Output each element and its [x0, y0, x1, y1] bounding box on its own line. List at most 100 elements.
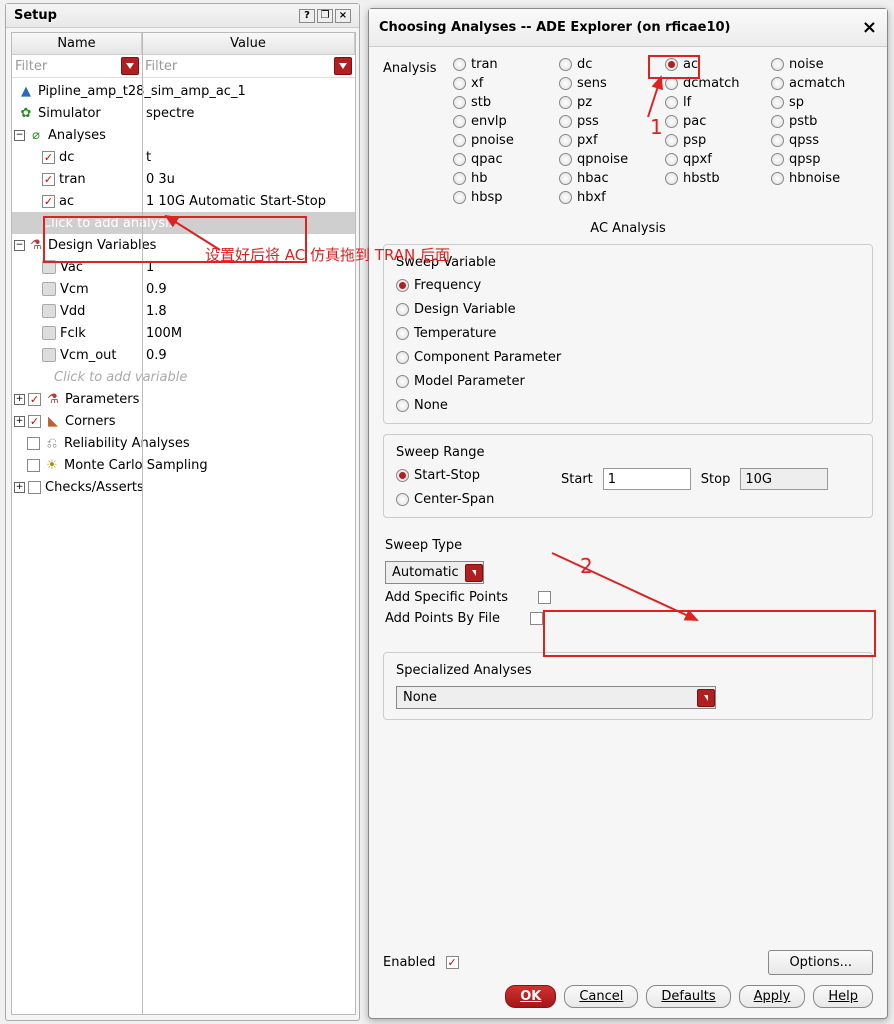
corners-row[interactable]: + ◣ Corners [12, 410, 355, 432]
analysis-qpac-radio[interactable]: qpac [453, 152, 553, 167]
radio-icon[interactable] [559, 153, 572, 166]
collapse-icon[interactable]: − [14, 130, 25, 141]
checkbox-icon[interactable] [28, 415, 41, 428]
col-name[interactable]: Name [12, 33, 142, 54]
filter-value[interactable]: Filter [142, 55, 355, 77]
sweepvar-model-parameter-radio[interactable]: Model Parameter [396, 374, 860, 389]
analysis-sp-radio[interactable]: sp [771, 95, 871, 110]
analysis-lf-radio[interactable]: lf [665, 95, 765, 110]
radio-icon[interactable] [665, 58, 678, 71]
analysis-tran-row[interactable]: tran 0 3u [12, 168, 355, 190]
radio-icon[interactable] [453, 58, 466, 71]
options-button[interactable]: Options... [768, 950, 873, 975]
radio-icon[interactable] [559, 58, 572, 71]
checkbox-icon[interactable] [42, 151, 55, 164]
designvar-Vcm_out-row[interactable]: Vcm_out0.9 [12, 344, 355, 366]
start-stop-radio[interactable]: Start-Stop [396, 468, 541, 483]
radio-icon[interactable] [559, 191, 572, 204]
start-input[interactable] [603, 468, 691, 490]
simulator-row[interactable]: ✿ Simulator spectre [12, 102, 355, 124]
add-specific-checkbox[interactable] [538, 591, 551, 604]
checkbox-icon[interactable] [27, 459, 40, 472]
analysis-envlp-radio[interactable]: envlp [453, 114, 553, 129]
col-value[interactable]: Value [142, 33, 355, 54]
filter-dropdown-icon[interactable] [334, 57, 352, 75]
analysis-pz-radio[interactable]: pz [559, 95, 659, 110]
radio-icon[interactable] [453, 134, 466, 147]
analysis-noise-radio[interactable]: noise [771, 57, 871, 72]
filter-dropdown-icon[interactable] [121, 57, 139, 75]
analysis-pss-radio[interactable]: pss [559, 114, 659, 129]
checkbox-icon[interactable] [42, 195, 55, 208]
analysis-hbstb-radio[interactable]: hbstb [665, 171, 765, 186]
stop-input[interactable] [740, 468, 828, 490]
radio-icon[interactable] [559, 77, 572, 90]
checkbox-icon[interactable] [27, 437, 40, 450]
radio-icon[interactable] [771, 153, 784, 166]
collapse-icon[interactable]: − [14, 240, 25, 251]
center-span-radio[interactable]: Center-Span [396, 492, 541, 507]
analyses-row[interactable]: − ⌀ Analyses [12, 124, 355, 146]
radio-icon[interactable] [559, 96, 572, 109]
add-analysis-row[interactable]: Click to add analysis [12, 212, 355, 234]
analysis-hbxf-radio[interactable]: hbxf [559, 190, 659, 205]
radio-icon[interactable] [396, 375, 409, 388]
radio-icon[interactable] [396, 399, 409, 412]
design-variables-row[interactable]: − ⚗ Design Variables [12, 234, 355, 256]
radio-icon[interactable] [559, 115, 572, 128]
expand-icon[interactable]: + [14, 482, 25, 493]
sweepvar-design-variable-radio[interactable]: Design Variable [396, 302, 860, 317]
analysis-tran-radio[interactable]: tran [453, 57, 553, 72]
radio-icon[interactable] [771, 134, 784, 147]
radio-icon[interactable] [396, 303, 409, 316]
radio-icon[interactable] [771, 172, 784, 185]
analysis-pstb-radio[interactable]: pstb [771, 114, 871, 129]
radio-icon[interactable] [771, 96, 784, 109]
analysis-dc-row[interactable]: dc t [12, 146, 355, 168]
radio-icon[interactable] [771, 58, 784, 71]
analysis-ac-row[interactable]: ac 1 10G Automatic Start-Stop [12, 190, 355, 212]
analysis-pnoise-radio[interactable]: pnoise [453, 133, 553, 148]
apply-button[interactable]: Apply [739, 985, 806, 1008]
radio-icon[interactable] [665, 96, 678, 109]
sweep-type-select[interactable]: Automatic [385, 561, 484, 584]
radio-icon[interactable] [559, 172, 572, 185]
designvar-Vcm-row[interactable]: Vcm0.9 [12, 278, 355, 300]
radio-icon[interactable] [559, 134, 572, 147]
radio-icon[interactable] [396, 279, 409, 292]
checkbox-icon[interactable] [28, 393, 41, 406]
help-icon[interactable]: ? [299, 9, 315, 23]
dropdown-icon[interactable] [697, 689, 715, 707]
radio-icon[interactable] [396, 351, 409, 364]
expand-icon[interactable]: + [14, 416, 25, 427]
analysis-qpxf-radio[interactable]: qpxf [665, 152, 765, 167]
specialized-select[interactable]: None [396, 686, 716, 709]
radio-icon[interactable] [396, 327, 409, 340]
parameters-row[interactable]: + ⚗ Parameters [12, 388, 355, 410]
sweepvar-temperature-radio[interactable]: Temperature [396, 326, 860, 341]
radio-icon[interactable] [396, 469, 409, 482]
designvar-Vdd-row[interactable]: Vdd1.8 [12, 300, 355, 322]
radio-icon[interactable] [665, 172, 678, 185]
analysis-stb-radio[interactable]: stb [453, 95, 553, 110]
radio-icon[interactable] [396, 493, 409, 506]
filter-name[interactable]: Filter [12, 55, 142, 77]
analysis-psp-radio[interactable]: psp [665, 133, 765, 148]
reliability-row[interactable]: ⎌ Reliability Analyses [12, 432, 355, 454]
radio-icon[interactable] [771, 77, 784, 90]
analysis-xf-radio[interactable]: xf [453, 76, 553, 91]
designvar-Vac-row[interactable]: Vac1 [12, 256, 355, 278]
pipeline-row[interactable]: ▲ Pipline_amp_t28_sim_amp_ac_1 [12, 80, 355, 102]
add-by-file-checkbox[interactable] [530, 612, 543, 625]
help-button[interactable]: Help [813, 985, 873, 1008]
analysis-hbsp-radio[interactable]: hbsp [453, 190, 553, 205]
radio-icon[interactable] [771, 115, 784, 128]
dropdown-icon[interactable] [465, 564, 483, 582]
analysis-qpnoise-radio[interactable]: qpnoise [559, 152, 659, 167]
sweepvar-frequency-radio[interactable]: Frequency [396, 278, 860, 293]
checkbox-icon[interactable] [28, 481, 41, 494]
radio-icon[interactable] [453, 191, 466, 204]
checkbox-icon[interactable] [42, 173, 55, 186]
analysis-hb-radio[interactable]: hb [453, 171, 553, 186]
analysis-dc-radio[interactable]: dc [559, 57, 659, 72]
